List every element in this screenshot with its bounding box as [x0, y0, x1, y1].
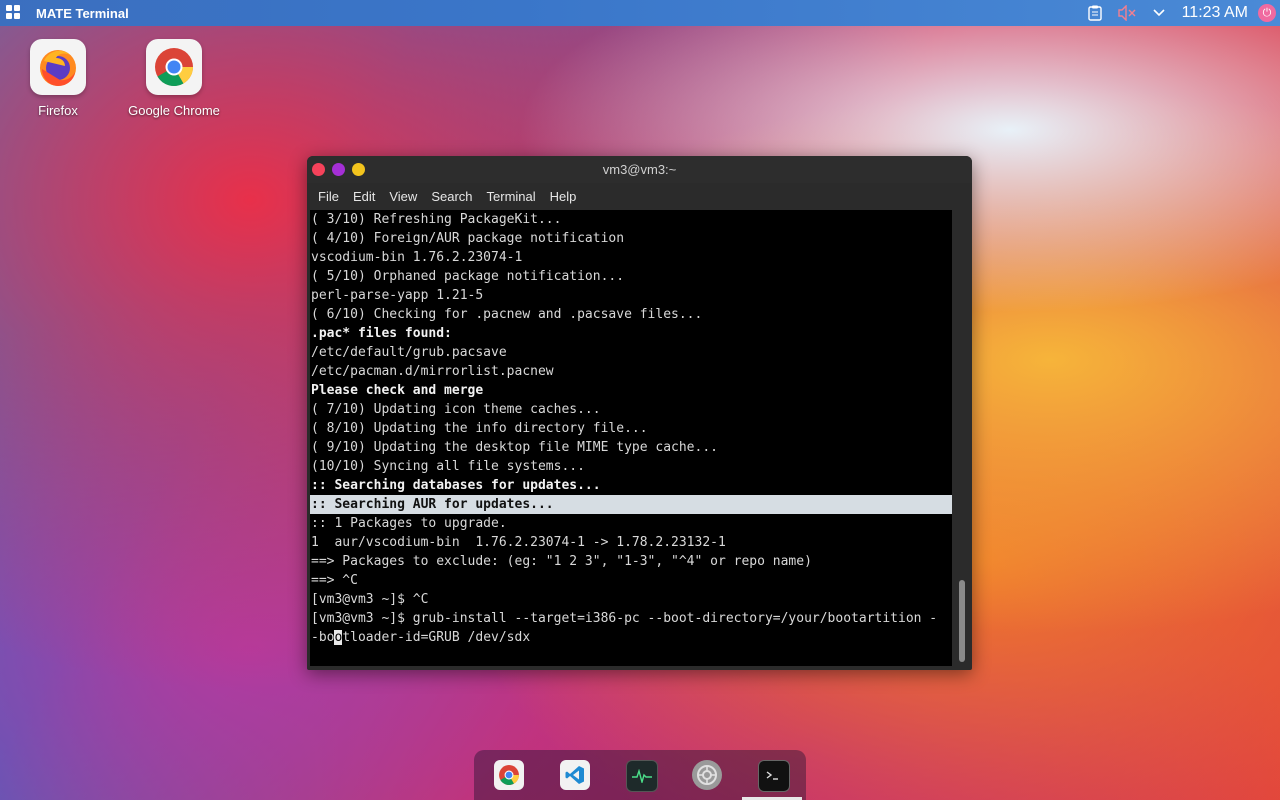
terminal-line: ( 5/10) Orphaned package notification... — [311, 269, 625, 284]
terminal-line: 1 aur/vscodium-bin 1.76.2.23074-1 -> 1.7… — [311, 535, 726, 550]
terminal-line: ( 4/10) Foreign/AUR package notification — [311, 231, 625, 246]
power-icon[interactable]: ⏻ — [1258, 4, 1276, 22]
terminal-line: ==> Packages to exclude: (eg: "1 2 3", "… — [311, 554, 812, 569]
active-app-title: MATE Terminal — [36, 5, 129, 21]
top-panel: MATE Terminal 11:23 AM ⏻ — [0, 0, 1280, 26]
terminal-line: ( 7/10) Updating icon theme caches... — [311, 402, 601, 417]
terminal-line: [vm3@vm3 ~]$ grub-install --target=i386-… — [311, 611, 938, 626]
terminal-line: ( 3/10) Refreshing PackageKit... — [311, 212, 562, 227]
terminal-window: vm3@vm3:~ File Edit View Search Terminal… — [307, 156, 972, 670]
desktop-icon-label: Google Chrome — [128, 103, 220, 118]
window-title: vm3@vm3:~ — [602, 162, 677, 177]
settings-icon[interactable] — [692, 760, 722, 790]
system-tray: 11:23 AM ⏻ — [1086, 0, 1280, 26]
desktop-icon-label: Firefox — [38, 103, 78, 118]
chrome-icon[interactable] — [494, 760, 524, 790]
terminal-input-after: tloader-id=GRUB /dev/sdx — [342, 630, 531, 645]
scrollbar[interactable] — [955, 210, 969, 666]
terminal-line: ( 8/10) Updating the info directory file… — [311, 421, 648, 436]
apps-menu-icon[interactable] — [6, 5, 22, 21]
menu-view[interactable]: View — [382, 189, 424, 204]
clock[interactable]: 11:23 AM — [1182, 4, 1248, 22]
menu-terminal[interactable]: Terminal — [480, 189, 543, 204]
terminal-line: (10/10) Syncing all file systems... — [311, 459, 585, 474]
terminal-line: ( 9/10) Updating the desktop file MIME t… — [311, 440, 718, 455]
terminal-line: :: Searching databases for updates... — [311, 478, 601, 493]
terminal-line: ( 6/10) Checking for .pacnew and .pacsav… — [311, 307, 703, 322]
desktop-icon-firefox[interactable]: Firefox — [8, 39, 108, 118]
terminal-icon[interactable] — [758, 760, 790, 792]
terminal-line: .pac* files found: — [311, 326, 452, 341]
terminal-input-line[interactable]: -bootloader-id=GRUB /dev/sdx — [310, 628, 952, 647]
vscode-icon[interactable] — [560, 760, 590, 790]
terminal-line: /etc/default/grub.pacsave — [311, 345, 507, 360]
menu-bar: File Edit View Search Terminal Help — [307, 183, 972, 210]
terminal-line: /etc/pacman.d/mirrorlist.pacnew — [311, 364, 554, 379]
clipboard-icon[interactable] — [1086, 4, 1104, 22]
system-monitor-icon[interactable] — [626, 760, 658, 792]
terminal-line: Please check and merge — [311, 383, 484, 398]
chrome-icon — [146, 39, 202, 95]
dock — [474, 750, 806, 800]
desktop-icon-chrome[interactable]: Google Chrome — [124, 39, 224, 118]
firefox-icon — [30, 39, 86, 95]
volume-muted-icon[interactable] — [1117, 4, 1136, 22]
terminal-line: ==> ^C — [311, 573, 358, 588]
menu-file[interactable]: File — [311, 189, 346, 204]
terminal-line: vscodium-bin 1.76.2.23074-1 — [311, 250, 523, 265]
terminal-line: :: 1 Packages to upgrade. — [311, 516, 507, 531]
menu-search[interactable]: Search — [424, 189, 479, 204]
terminal-input-before: -bo — [311, 630, 335, 645]
window-titlebar[interactable]: vm3@vm3:~ — [307, 156, 972, 183]
terminal-output[interactable]: ( 3/10) Refreshing PackageKit... ( 4/10) … — [310, 210, 952, 666]
terminal-line: perl-parse-yapp 1.21-5 — [311, 288, 484, 303]
menu-edit[interactable]: Edit — [346, 189, 382, 204]
menu-help[interactable]: Help — [543, 189, 584, 204]
scrollbar-thumb[interactable] — [959, 580, 965, 662]
terminal-line: :: Searching AUR for updates... — [310, 495, 952, 514]
terminal-line: [vm3@vm3 ~]$ ^C — [311, 592, 429, 607]
chevron-down-icon[interactable] — [1150, 4, 1168, 22]
